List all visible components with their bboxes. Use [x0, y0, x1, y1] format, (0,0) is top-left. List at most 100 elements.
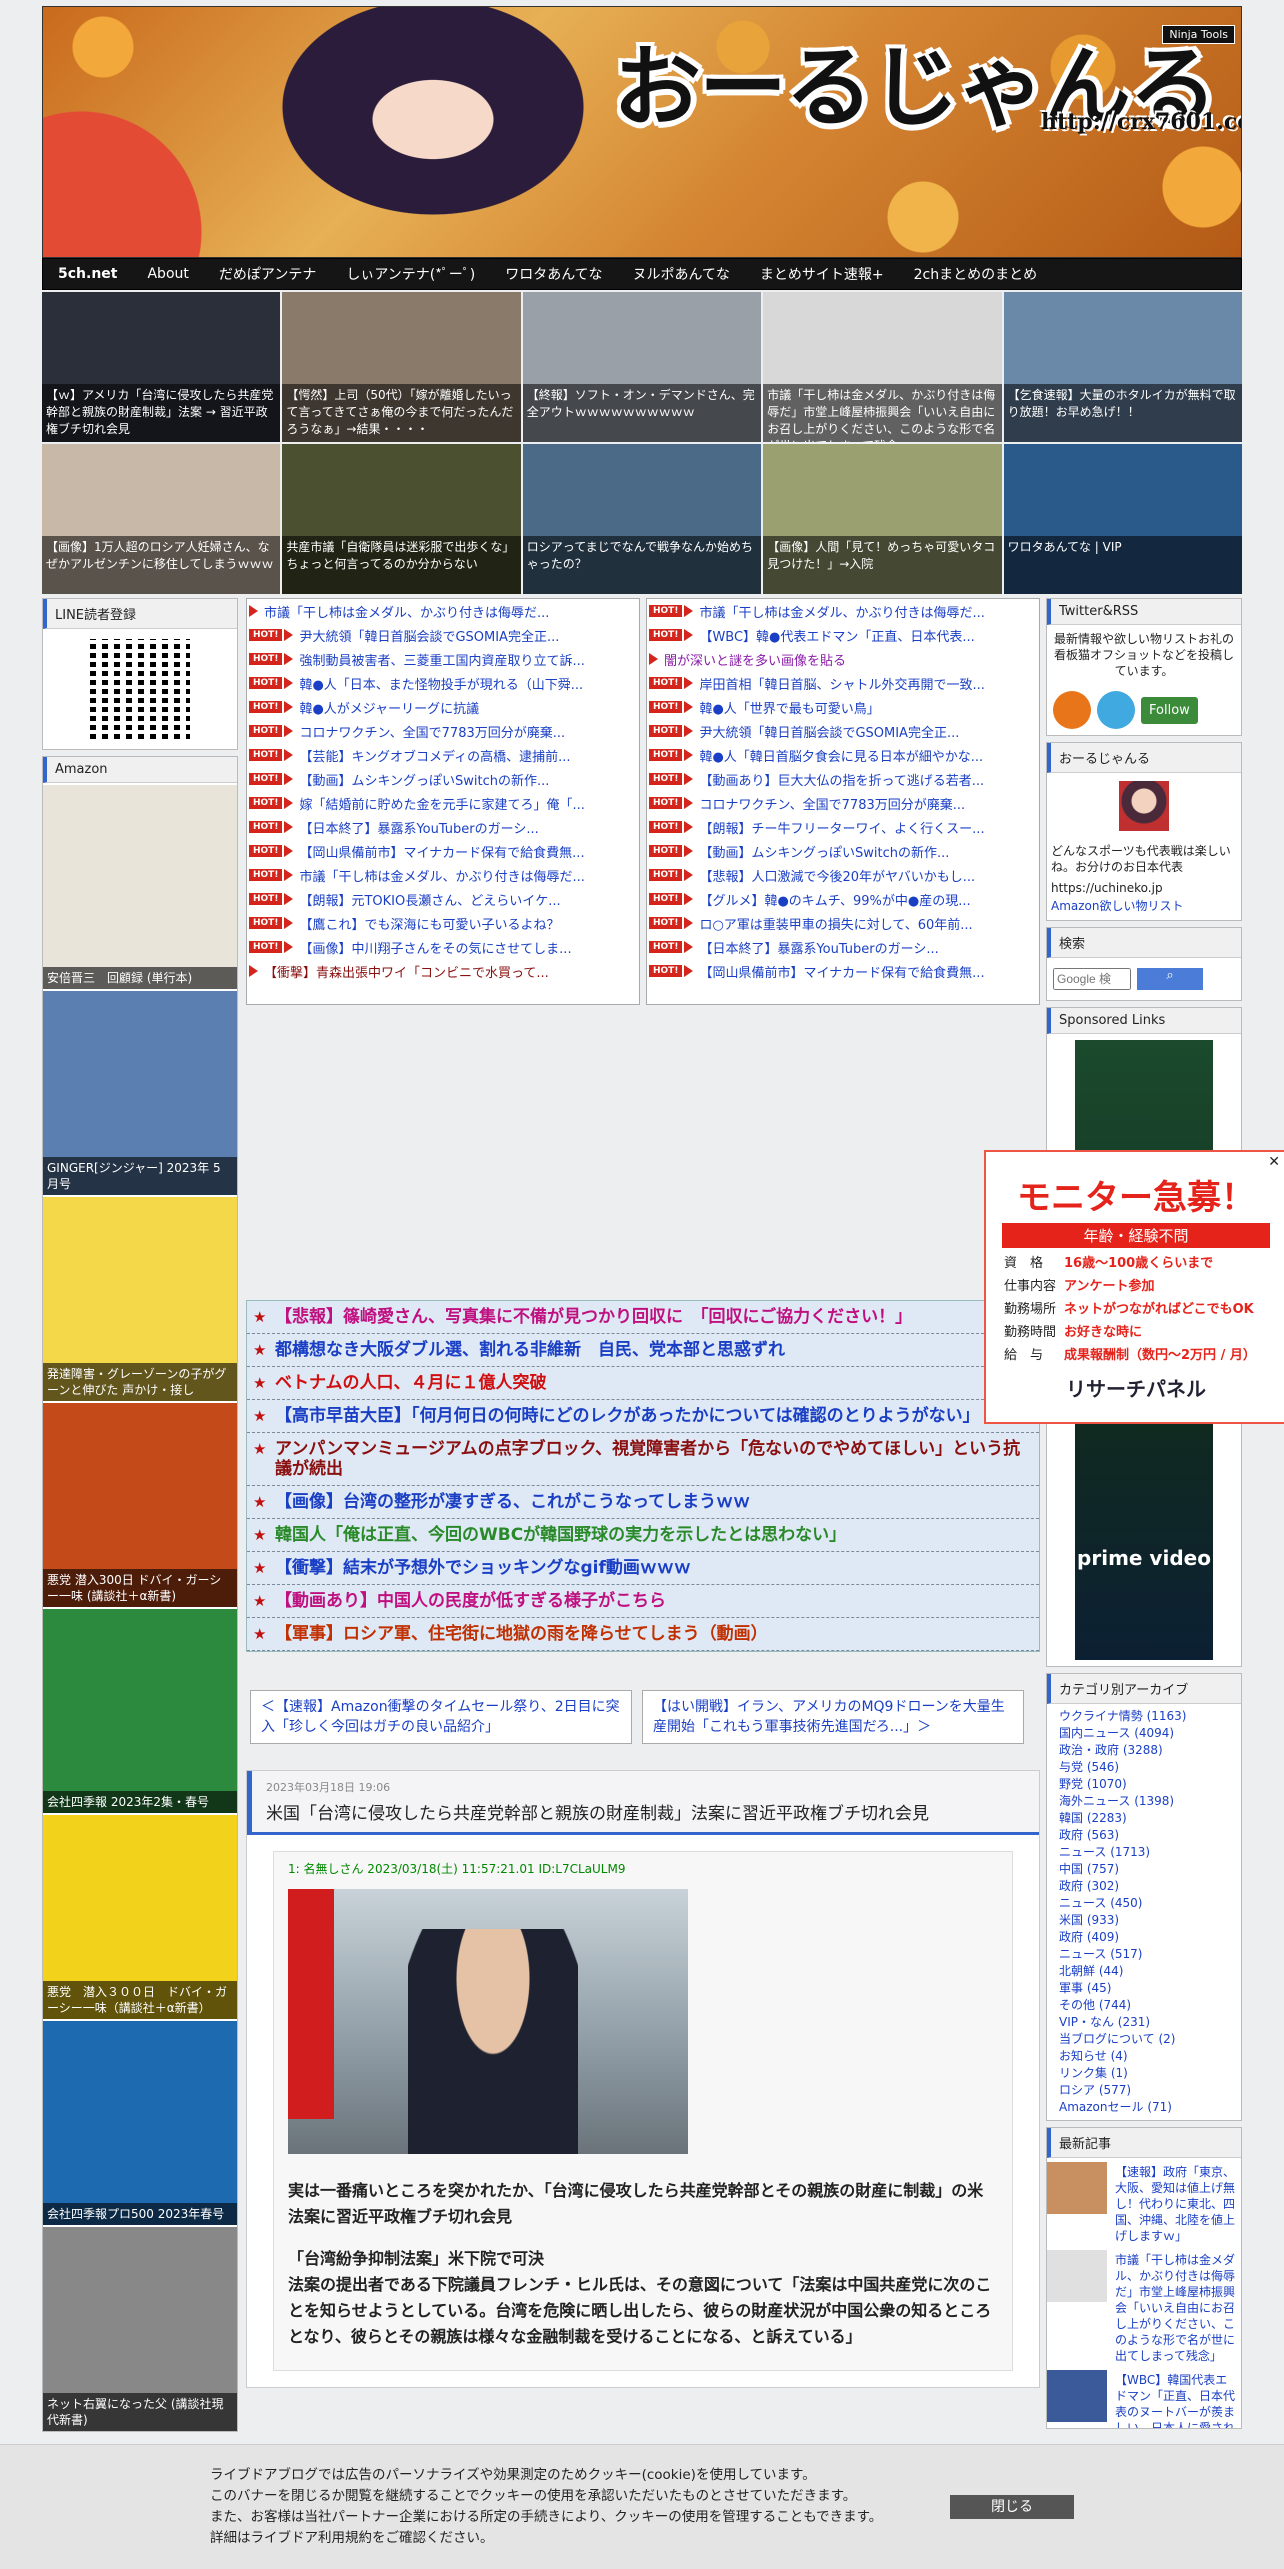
amazon-book[interactable]: ネット右翼になった父 (講談社現代新書): [43, 2225, 237, 2431]
nav-item[interactable]: ワロタあんてな: [490, 264, 617, 284]
antenna-link[interactable]: 【日本終了】暴露系YouTuberのガーシ...: [699, 938, 938, 957]
nav-item[interactable]: 2chまとめのまとめ: [899, 264, 1052, 284]
category-link[interactable]: 当ブログについて (2): [1047, 2031, 1241, 2048]
amazon-book[interactable]: 発達障害・グレーゾーンの子がグーンと伸びた 声かけ・接し: [43, 1195, 237, 1401]
amazon-book[interactable]: 安倍晋三 回顧録 (単行本): [43, 783, 237, 989]
news-thumbnail[interactable]: 【乞食速報】大量のホタルイカが無料で取り放題！お早め急げ！！: [1003, 292, 1242, 442]
featured-link[interactable]: 都構想なき大阪ダブル選、割れる非維新 自民、党本部と思惑ずれ: [247, 1334, 1039, 1367]
antenna-link[interactable]: 【悲報】人口激減で今後20年がヤバいかもし...: [699, 866, 975, 885]
amazon-book[interactable]: 悪党 潜入300日 ドバイ・ガーシー一味 (講談社＋α新書): [43, 1401, 237, 1607]
news-thumbnail[interactable]: 【ｗ】アメリカ「台湾に侵攻したら共産党幹部と親族の財産制裁」法案 → 習近平政権…: [42, 292, 281, 442]
antenna-item[interactable]: HOT! 【鷹これ】でも深海にも可愛い子いるよね？: [247, 911, 639, 935]
search-button[interactable]: ⌕: [1137, 968, 1203, 990]
nav-item[interactable]: まとめサイト速報+: [745, 264, 899, 284]
antenna-item[interactable]: HOT! 韓●人「韓日首脳夕食会に見る日本が細やかな...: [647, 743, 1039, 767]
category-link[interactable]: ロシア (577): [1047, 2082, 1241, 2099]
wishlist-link[interactable]: Amazon欲しい物リスト: [1047, 897, 1241, 920]
antenna-item[interactable]: HOT! 強制動員被害者、三菱重工国内資産取り立て訴...: [247, 647, 639, 671]
featured-link[interactable]: ベトナムの人口、４月に１億人突破: [247, 1367, 1039, 1400]
category-link[interactable]: ニュース (450): [1047, 1895, 1241, 1912]
antenna-link[interactable]: 【画像】中川翔子さんをその気にさせてしま...: [299, 938, 571, 957]
nav-item[interactable]: ヌルポあんてな: [618, 264, 745, 284]
antenna-item[interactable]: HOT! 【WBC】韓●代表エドマン「正直、日本代表...: [647, 623, 1039, 647]
antenna-item[interactable]: HOT! 市議「干し柿は金メダル、かぶり付きは侮辱だ...: [247, 863, 639, 887]
antenna-link[interactable]: ロ○ア軍は重装甲車の損失に対して、60年前...: [699, 914, 972, 933]
antenna-item[interactable]: HOT! 嫁「結婚前に貯めた金を元手に家建てろ」俺「...: [247, 791, 639, 815]
nav-item[interactable]: About: [132, 266, 203, 282]
antenna-item[interactable]: HOT! 【岡山県備前市】マイナカード保有で給食費無...: [647, 959, 1039, 983]
antenna-item[interactable]: HOT! コロナワクチン、全国で7783万回分が廃棄...: [247, 719, 639, 743]
antenna-item[interactable]: HOT! 韓●人「日本、また怪物投手が現れる（山下舜...: [247, 671, 639, 695]
antenna-link[interactable]: 韓●人「世界で最も可愛い鳥」: [699, 698, 879, 717]
category-link[interactable]: 政府 (409): [1047, 1929, 1241, 1946]
recent-title[interactable]: 【速報】政府「東京、大阪、愛知は値上げ無し！代わりに東北、四国、沖縄、北陸を値上…: [1111, 2162, 1241, 2246]
antenna-link[interactable]: 【動画あり】巨大大仏の指を折って逃げる若者...: [699, 770, 984, 789]
category-link[interactable]: ウクライナ情勢 (1163): [1047, 1708, 1241, 1725]
antenna-item[interactable]: HOT! 尹大統領「韓日首脳会談でGSOMIA完全正...: [247, 623, 639, 647]
news-thumbnail[interactable]: ワロタあんてな | VIP: [1003, 444, 1242, 594]
category-link[interactable]: 中国 (757): [1047, 1861, 1241, 1878]
antenna-item[interactable]: HOT! 【動画あり】巨大大仏の指を折って逃げる若者...: [647, 767, 1039, 791]
category-link[interactable]: 米国 (933): [1047, 1912, 1241, 1929]
category-link[interactable]: お知らせ (4): [1047, 2048, 1241, 2065]
category-link[interactable]: ニュース (517): [1047, 1946, 1241, 1963]
nav-item[interactable]: だめぽアンテナ: [204, 264, 331, 284]
recent-title[interactable]: 【WBC】韓国代表エドマン「正直、日本代表のヌートバーが羨ましい、日本人に愛され…: [1111, 2370, 1241, 2428]
antenna-link[interactable]: 【グルメ】韓●のキムチ、99%が中●産の現...: [699, 890, 970, 909]
news-thumbnail[interactable]: 市議「干し柿は金メダル、かぶり付きは侮辱だ」市堂上峰屋柿振興会「いいえ自由にお召…: [763, 292, 1002, 442]
antenna-item[interactable]: HOT! 【芸能】キングオブコメディの高橋、逮捕前...: [247, 743, 639, 767]
antenna-item[interactable]: HOT! 【動画】ムシキングっぽいSwitchの新作...: [247, 767, 639, 791]
featured-link[interactable]: 【高市早苗大臣】「何月何日の何時にどのレクがあったかについては確認のとりようがな…: [247, 1400, 1039, 1433]
search-input[interactable]: [1053, 968, 1131, 990]
category-link[interactable]: 政府 (302): [1047, 1878, 1241, 1895]
featured-link[interactable]: 【悲報】篠崎愛さん、写真集に不備が見つかり回収に 「回収にご協力ください！」: [247, 1301, 1039, 1334]
antenna-item[interactable]: HOT! 【朗報】チー牛フリーターワイ、よく行くスー...: [647, 815, 1039, 839]
news-thumbnail[interactable]: ロシアってまじでなんで戦争なんか始めちゃったの？: [522, 444, 762, 594]
category-link[interactable]: 政府 (563): [1047, 1827, 1241, 1844]
nav-item[interactable]: しぃアンテナ(*ﾟーﾟ): [331, 264, 490, 284]
antenna-link[interactable]: コロナワクチン、全国で7783万回分が廃棄...: [699, 794, 965, 813]
featured-link[interactable]: 韓国人「俺は正直、今回のWBCが韓国野球の実力を示したとは思わない」: [247, 1519, 1039, 1552]
antenna-item[interactable]: HOT! 【グルメ】韓●のキムチ、99%が中●産の現...: [647, 887, 1039, 911]
category-link[interactable]: 与党 (546): [1047, 1759, 1241, 1776]
antenna-link[interactable]: 強制動員被害者、三菱重工国内資産取り立て訴...: [299, 650, 584, 669]
antenna-item[interactable]: HOT! 【日本終了】暴露系YouTuberのガーシ...: [647, 935, 1039, 959]
category-link[interactable]: 政治・政府 (3288): [1047, 1742, 1241, 1759]
recent-title[interactable]: 市議「干し柿は金メダル、かぶり付きは侮辱だ」市堂上峰屋柿振興会「いいえ自由にお召…: [1111, 2250, 1241, 2366]
antenna-link[interactable]: 尹大統領「韓日首脳会談でGSOMIA完全正...: [299, 626, 559, 645]
amazon-book[interactable]: 会社四季報 2023年2集・春号: [43, 1607, 237, 1813]
antenna-link[interactable]: 【衝撃】青森出張中ワイ「コンビニで水買って...: [264, 962, 549, 981]
next-article-link[interactable]: 【はい開戦】イラン、アメリカのMQ9ドローンを大量生産開始「これもう軍事技術先進…: [642, 1690, 1024, 1744]
cookie-close-button[interactable]: 閉じる: [950, 2495, 1074, 2519]
antenna-link[interactable]: 岸田首相「韓日首脳、シャトル外交再開で一致...: [699, 674, 984, 693]
antenna-link[interactable]: 【岡山県備前市】マイナカード保有で給食費無...: [699, 962, 984, 981]
antenna-link[interactable]: 【動画】ムシキングっぽいSwitchの新作...: [299, 770, 549, 789]
monitor-ad-popup[interactable]: ✕ モニター急募！ 年齢・経験不問 資 格 16歳～100歳くらいまで 仕事内容 アン…: [984, 1150, 1284, 1424]
antenna-link[interactable]: 闇が深いと謎を多い画像を貼る: [664, 650, 846, 669]
category-link[interactable]: リンク集 (1): [1047, 2065, 1241, 2082]
antenna-link[interactable]: 市議「干し柿は金メダル、かぶり付きは侮辱だ...: [299, 866, 584, 885]
recent-article[interactable]: 市議「干し柿は金メダル、かぶり付きは侮辱だ」市堂上峰屋柿振興会「いいえ自由にお召…: [1047, 2250, 1241, 2366]
antenna-link[interactable]: 【鷹これ】でも深海にも可愛い子いるよね？: [299, 914, 559, 933]
antenna-item[interactable]: HOT! コロナワクチン、全国で7783万回分が廃棄...: [647, 791, 1039, 815]
antenna-link[interactable]: 【朗報】チー牛フリーターワイ、よく行くスー...: [699, 818, 984, 837]
featured-link[interactable]: 【画像】台湾の整形が凄すぎる、これがこうなってしまうｗｗ: [247, 1486, 1039, 1519]
antenna-link[interactable]: コロナワクチン、全国で7783万回分が廃棄...: [299, 722, 565, 741]
category-link[interactable]: 北朝鮮 (44): [1047, 1963, 1241, 1980]
article-title[interactable]: 米国「台湾に侵攻したら共産党幹部と親族の財産制裁」法案に習近平政権ブチ切れ会見: [266, 1799, 1025, 1824]
antenna-link[interactable]: 尹大統領「韓日首脳会談でGSOMIA完全正...: [699, 722, 959, 741]
recent-article[interactable]: 【WBC】韓国代表エドマン「正直、日本代表のヌートバーが羨ましい、日本人に愛され…: [1047, 2370, 1241, 2428]
antenna-link[interactable]: 嫁「結婚前に貯めた金を元手に家建てろ」俺「...: [299, 794, 584, 813]
antenna-link[interactable]: 韓●人「韓日首脳夕食会に見る日本が細やかな...: [699, 746, 983, 765]
antenna-item[interactable]: HOT! 尹大統領「韓日首脳会談でGSOMIA完全正...: [647, 719, 1039, 743]
antenna-item[interactable]: HOT! 市議「干し柿は金メダル、かぶり付きは侮辱だ...: [647, 599, 1039, 623]
antenna-link[interactable]: 【動画】ムシキングっぽいSwitchの新作...: [699, 842, 949, 861]
antenna-link[interactable]: 【WBC】韓●代表エドマン「正直、日本代表...: [699, 626, 974, 645]
news-thumbnail[interactable]: 【終報】ソフト・オン・デマンドさん、完全アウトｗｗｗｗｗｗｗｗｗｗ: [522, 292, 762, 442]
news-thumbnail[interactable]: 共産市議「自衛隊員は迷彩服で出歩くな」ちょっと何言ってるのか分からない: [282, 444, 521, 594]
antenna-item[interactable]: HOT! 【日本終了】暴露系YouTuberのガーシ...: [247, 815, 639, 839]
category-link[interactable]: 国内ニュース (4094): [1047, 1725, 1241, 1742]
antenna-item[interactable]: HOT! ロ○ア軍は重装甲車の損失に対して、60年前...: [647, 911, 1039, 935]
category-link[interactable]: ニュース (1713): [1047, 1844, 1241, 1861]
category-link[interactable]: その他 (744): [1047, 1997, 1241, 2014]
